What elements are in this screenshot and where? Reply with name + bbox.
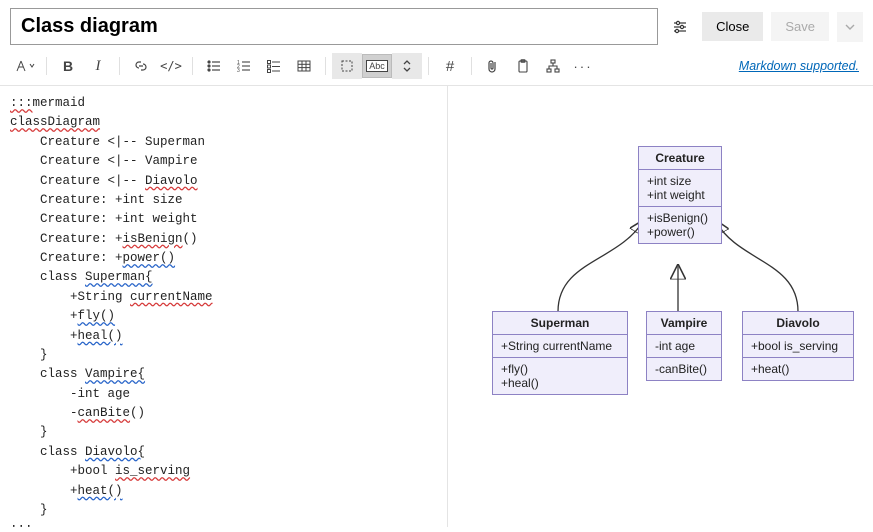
hash-button[interactable]: # [435, 53, 465, 79]
class-name: Creature [639, 147, 721, 170]
bullet-list-button[interactable] [199, 53, 229, 79]
expand-button[interactable] [392, 53, 422, 79]
class-box-superman: Superman +String currentName +fly() +hea… [492, 311, 628, 395]
checklist-button[interactable] [259, 53, 289, 79]
class-box-diavolo: Diavolo +bool is_serving +heat() [742, 311, 854, 381]
save-dropdown[interactable] [837, 12, 863, 42]
class-name: Vampire [647, 312, 721, 335]
class-name: Superman [493, 312, 627, 335]
bold-button[interactable]: B [53, 53, 83, 79]
abc-highlight-button[interactable]: Abc [362, 54, 392, 78]
class-box-vampire: Vampire -int age -canBite() [646, 311, 722, 381]
close-button[interactable]: Close [702, 12, 763, 41]
text-format-menu[interactable] [10, 53, 40, 79]
format-toolbar: B I </> 123 Abc # ··· Markdown supported… [0, 51, 873, 85]
header-row: Close Save [0, 0, 873, 51]
code-button[interactable]: </> [156, 53, 186, 79]
class-box-creature: Creature +int size +int weight +isBenign… [638, 146, 722, 244]
source-editor[interactable]: :::mermaid classDiagram Creature <|-- Su… [0, 86, 448, 527]
hierarchy-button[interactable] [538, 53, 568, 79]
title-input[interactable] [10, 8, 658, 45]
svg-text:3: 3 [237, 68, 240, 73]
numbered-list-button[interactable]: 123 [229, 53, 259, 79]
link-button[interactable] [126, 53, 156, 79]
diagram-preview: Creature +int size +int weight +isBenign… [448, 86, 873, 527]
more-button[interactable]: ··· [568, 53, 598, 79]
attachment-button[interactable] [478, 53, 508, 79]
editor-split: :::mermaid classDiagram Creature <|-- Su… [0, 85, 873, 527]
table-button[interactable] [289, 53, 319, 79]
clipboard-button[interactable] [508, 53, 538, 79]
class-name: Diavolo [743, 312, 853, 335]
save-button[interactable]: Save [771, 12, 829, 41]
markdown-supported-link[interactable]: Markdown supported. [739, 59, 863, 73]
selection-tool-button[interactable] [332, 53, 362, 79]
settings-sliders-icon[interactable] [666, 13, 694, 41]
italic-button[interactable]: I [83, 53, 113, 79]
